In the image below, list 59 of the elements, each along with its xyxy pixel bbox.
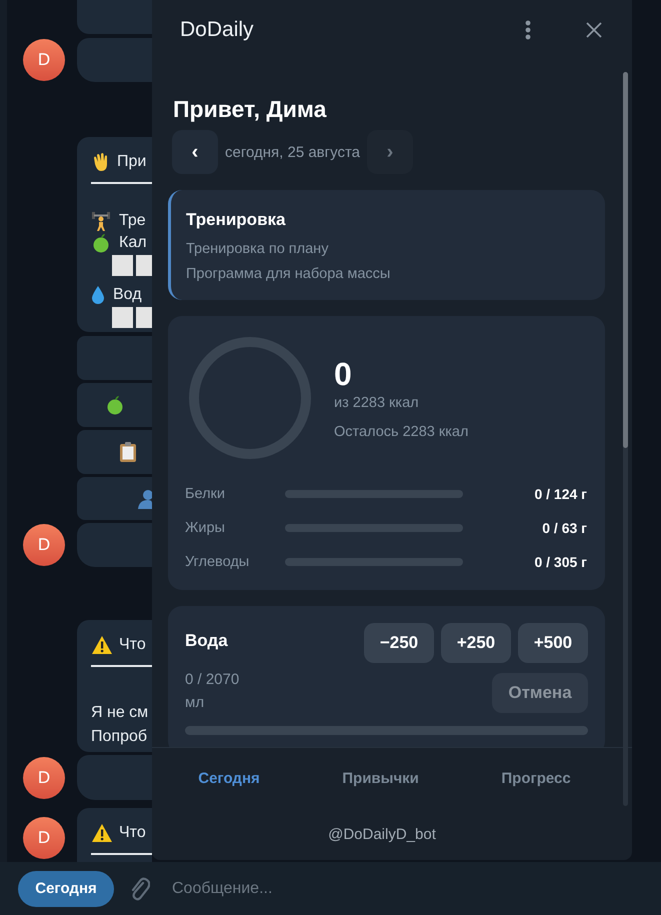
water-amount: 0 / 2070 мл bbox=[185, 670, 240, 713]
macro-label: Белки bbox=[185, 486, 226, 502]
heading-underline bbox=[91, 182, 152, 184]
empty-squares-icon bbox=[112, 306, 152, 328]
app-title: DoDaily bbox=[180, 18, 254, 42]
apple-icon bbox=[91, 233, 111, 253]
tab[interactable]: Привычки bbox=[334, 766, 427, 790]
workout-detail: Программа для набора массы bbox=[186, 266, 392, 282]
keyboard-button[interactable] bbox=[77, 383, 152, 427]
water-drop-icon bbox=[91, 285, 105, 305]
apple-icon bbox=[104, 395, 124, 415]
scrollbar[interactable] bbox=[623, 72, 628, 806]
calories-remaining: Осталось 2283 ккал bbox=[334, 424, 468, 440]
macro-reading: 0 / 63 г bbox=[541, 520, 587, 536]
avatar: D bbox=[23, 524, 65, 566]
add-water-button[interactable]: +500 bbox=[518, 623, 588, 663]
warning-icon bbox=[91, 823, 113, 843]
message-heading: Что bbox=[119, 824, 146, 842]
message-field[interactable]: Сообщение... bbox=[172, 876, 472, 900]
message-text: Кал bbox=[119, 234, 147, 252]
empty-squares-icon bbox=[112, 254, 152, 276]
water-title: Вода bbox=[185, 631, 229, 651]
clipboard-icon bbox=[119, 441, 137, 463]
macro-label: Жиры bbox=[185, 520, 226, 536]
previous-day-button[interactable]: ‹ bbox=[172, 130, 218, 174]
message-text: Тре bbox=[119, 212, 146, 230]
workout-card[interactable]: Тренировка Тренировка по плану Программа для набора массы bbox=[168, 190, 605, 300]
tab[interactable]: Сегодня bbox=[190, 766, 268, 790]
greeting-heading: Привет, Дима bbox=[172, 96, 328, 123]
message-heading: При bbox=[117, 153, 146, 171]
more-options-icon bbox=[525, 20, 531, 40]
avatar: D bbox=[23, 817, 65, 859]
tab[interactable]: Прогресс bbox=[493, 766, 579, 790]
scrollbar-thumb[interactable] bbox=[623, 72, 628, 448]
person-icon bbox=[138, 488, 152, 508]
calories-goal: из 2283 ккал bbox=[334, 395, 420, 411]
message-text: Вод bbox=[113, 286, 142, 304]
message-text: Попроб bbox=[91, 728, 148, 746]
macro-label: Углеводы bbox=[185, 554, 250, 570]
macro-reading: 0 / 305 г bbox=[533, 554, 587, 570]
close-icon bbox=[586, 22, 602, 38]
avatar: D bbox=[23, 756, 65, 798]
workout-detail: Тренировка по плану bbox=[186, 241, 330, 257]
bot-username: @DoDailyD_bot bbox=[327, 824, 437, 844]
keyboard-button[interactable] bbox=[77, 430, 152, 474]
message-text: Я не см bbox=[91, 704, 148, 722]
heading-underline bbox=[91, 853, 152, 855]
weightlifter-icon bbox=[91, 210, 111, 232]
workout-title: Тренировка bbox=[186, 210, 286, 230]
add-water-button[interactable]: +250 bbox=[441, 623, 511, 663]
message-heading: Что bbox=[119, 636, 146, 654]
date-label: сегодня, 25 августа bbox=[225, 144, 360, 160]
add-water-button[interactable]: −250 bbox=[364, 623, 434, 663]
macro-reading: 0 / 124 г bbox=[533, 486, 587, 502]
warning-icon bbox=[91, 635, 113, 655]
heading-underline bbox=[91, 665, 152, 667]
today-button[interactable]: Сегодня bbox=[18, 870, 114, 906]
avatar: D bbox=[23, 39, 65, 81]
calories-value: 0 bbox=[334, 356, 353, 393]
